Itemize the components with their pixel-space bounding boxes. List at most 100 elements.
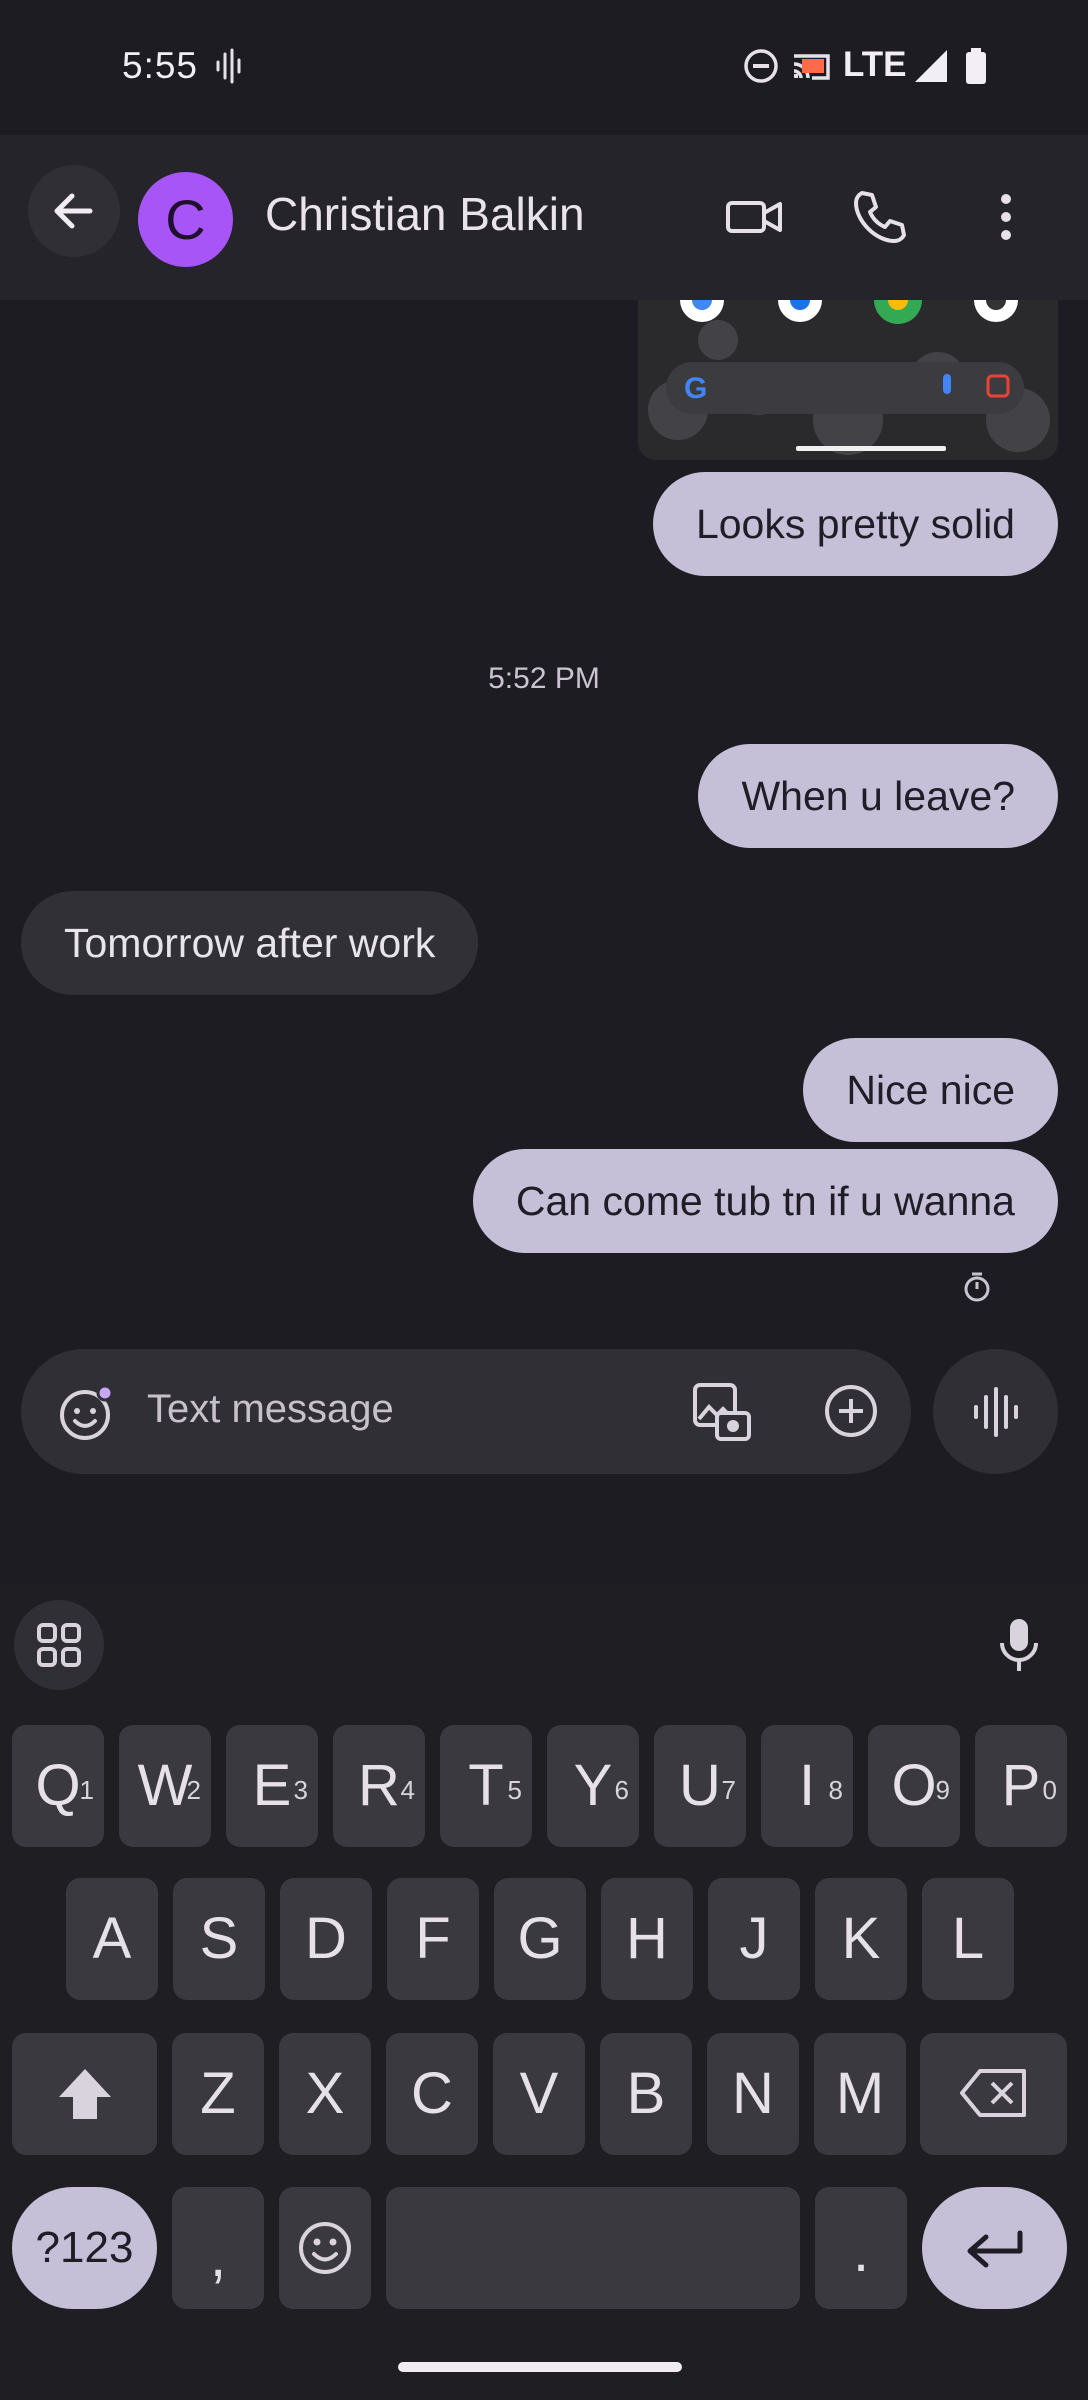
voice-typing-mic-icon[interactable] — [994, 1615, 1044, 1675]
key-j[interactable]: J — [708, 1878, 800, 2000]
message-list[interactable]: G Looks pretty solid 5:52 PM When u leav… — [0, 300, 1088, 1350]
keyboard-apps-button[interactable] — [14, 1600, 104, 1690]
scheduled-timer-icon — [964, 1272, 990, 1302]
message-bubble-outgoing[interactable]: Looks pretty solid — [652, 472, 1058, 576]
gallery-camera-icon[interactable] — [689, 1379, 755, 1445]
key-d[interactable]: D — [280, 1878, 372, 2000]
emoji-smile-icon — [299, 2222, 351, 2274]
key-label: M — [835, 2061, 885, 2126]
key-t[interactable]: T5 — [440, 1725, 532, 1847]
key-a[interactable]: A — [66, 1878, 158, 2000]
key-number-hint: 7 — [721, 1775, 736, 1805]
cast-icon — [793, 54, 830, 80]
key-label: S — [199, 1906, 239, 1971]
key-f[interactable]: F — [387, 1878, 479, 2000]
gesture-navigation-bar[interactable] — [398, 2362, 682, 2372]
key-label: W — [137, 1753, 193, 1818]
phone-icon — [854, 191, 906, 243]
emoji-key[interactable] — [279, 2187, 371, 2309]
enter-key[interactable] — [922, 2187, 1067, 2309]
shift-key[interactable] — [12, 2033, 157, 2155]
symbols-key[interactable]: ?123 — [12, 2187, 157, 2309]
key-n[interactable]: N — [707, 2033, 799, 2155]
key-label: F — [415, 1906, 451, 1971]
key-m[interactable]: M — [814, 2033, 906, 2155]
network-type: LTE — [843, 45, 907, 84]
shift-arrow-icon — [59, 2069, 111, 2119]
message-bubble-outgoing[interactable]: Can come tub tn if u wanna — [472, 1149, 1058, 1253]
voice-recording-icon — [216, 48, 241, 84]
message-bubble-outgoing[interactable]: When u leave? — [698, 744, 1058, 848]
period-key[interactable]: . — [815, 2187, 907, 2309]
key-x[interactable]: X — [279, 2033, 371, 2155]
message-bubble-incoming[interactable]: Tomorrow after work — [21, 891, 479, 995]
key-label: P — [1001, 1753, 1041, 1818]
key-label: I — [798, 1753, 816, 1818]
back-button[interactable] — [28, 165, 120, 257]
do-not-disturb-icon — [744, 49, 778, 83]
key-v[interactable]: V — [493, 2033, 585, 2155]
key-e[interactable]: E3 — [226, 1725, 318, 1847]
key-label: X — [305, 2061, 345, 2126]
status-time: 5:55 — [122, 45, 199, 86]
status-bar: 5:55 LTE — [0, 0, 1088, 135]
contact-avatar[interactable]: C — [138, 172, 233, 267]
key-w[interactable]: W2 — [119, 1725, 211, 1847]
key-u[interactable]: U7 — [654, 1725, 746, 1847]
voice-message-button[interactable] — [933, 1349, 1058, 1474]
video-camera-icon — [726, 201, 782, 233]
key-number-hint: 1 — [79, 1775, 94, 1805]
more-options-button[interactable] — [976, 187, 1036, 247]
key-k[interactable]: K — [815, 1878, 907, 2000]
apps-grid-icon — [37, 1623, 81, 1667]
message-timestamp: 5:52 PM — [488, 662, 600, 695]
key-number-hint: 3 — [293, 1775, 308, 1805]
key-h[interactable]: H — [601, 1878, 693, 2000]
key-p[interactable]: P0 — [975, 1725, 1067, 1847]
image-attachment[interactable]: G — [638, 300, 1058, 460]
conversation-header: C Christian Balkin — [0, 135, 1088, 300]
space-bar[interactable] — [386, 2187, 800, 2309]
key-number-hint: 0 — [1042, 1775, 1057, 1805]
key-number-hint: 9 — [935, 1775, 950, 1805]
key-label: J — [739, 1906, 769, 1971]
key-label: L — [951, 1906, 985, 1971]
waveform-icon — [974, 1387, 1018, 1437]
key-z[interactable]: Z — [172, 2033, 264, 2155]
key-y[interactable]: Y6 — [547, 1725, 639, 1847]
message-bubble-outgoing[interactable]: Nice nice — [803, 1038, 1058, 1142]
key-number-hint: 2 — [186, 1775, 201, 1805]
key-label: K — [841, 1906, 881, 1971]
key-label: A — [92, 1906, 132, 1971]
key-label: Q — [35, 1753, 81, 1818]
text-message-input[interactable]: Text message — [147, 1387, 394, 1432]
key-label: E — [252, 1753, 292, 1818]
key-g[interactable]: G — [494, 1878, 586, 2000]
svg-text:G: G — [684, 372, 707, 405]
comma-key[interactable]: , — [172, 2187, 264, 2309]
contact-name[interactable]: Christian Balkin — [265, 187, 585, 241]
key-label: B — [626, 2061, 666, 2126]
key-b[interactable]: B — [600, 2033, 692, 2155]
screenshot-thumbnail: G — [638, 300, 1058, 460]
key-label: V — [519, 2061, 559, 2126]
key-number-hint: 5 — [507, 1775, 522, 1805]
message-composer[interactable]: Text message — [21, 1349, 911, 1474]
backspace-key[interactable] — [920, 2033, 1067, 2155]
key-q[interactable]: Q1 — [12, 1725, 104, 1847]
phone-call-button[interactable] — [850, 187, 910, 247]
key-label: Z — [200, 2061, 236, 2126]
add-attachment-icon[interactable] — [821, 1381, 881, 1441]
key-label: R — [358, 1753, 400, 1818]
video-call-button[interactable] — [724, 187, 784, 247]
key-label: C — [411, 2061, 453, 2126]
key-l[interactable]: L — [922, 1878, 1014, 2000]
backspace-icon — [960, 2069, 1026, 2117]
key-c[interactable]: C — [386, 2033, 478, 2155]
key-r[interactable]: R4 — [333, 1725, 425, 1847]
key-o[interactable]: O9 — [868, 1725, 960, 1847]
on-screen-keyboard: Q1W2E3R4T5Y6U7I8O9P0ASDFGHJKLZXCVBNM ?12… — [0, 1585, 1088, 2400]
key-i[interactable]: I8 — [761, 1725, 853, 1847]
emoji-sticker-icon[interactable] — [57, 1383, 117, 1443]
key-s[interactable]: S — [173, 1878, 265, 2000]
